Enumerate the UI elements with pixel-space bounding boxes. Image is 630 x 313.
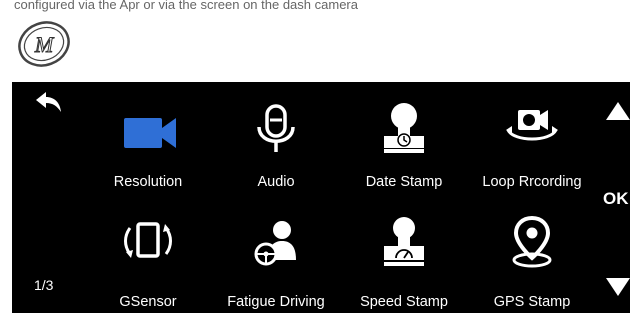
menu-item-label: Resolution bbox=[113, 174, 183, 190]
menu-item-label: GPS Stamp bbox=[493, 294, 571, 310]
menu-item-label: Date Stamp bbox=[365, 174, 443, 190]
side-panel: OK bbox=[598, 82, 630, 313]
menu-item-fatigue-driving[interactable]: Fatigue Driving bbox=[212, 198, 340, 310]
menu-item-label: GSensor bbox=[119, 294, 177, 310]
menu-item-gsensor[interactable]: GSensor bbox=[84, 198, 212, 310]
menu-item-label: Audio bbox=[257, 174, 295, 190]
gsensor-icon bbox=[124, 222, 172, 258]
gps-pin-icon bbox=[512, 215, 552, 268]
partial-caption-text: configured via the Apr or via the screen… bbox=[14, 0, 358, 12]
date-stamp-icon bbox=[384, 103, 424, 153]
menu-item-loop-recording[interactable]: Loop Rrcording bbox=[468, 82, 596, 192]
logo-m-icon: M bbox=[18, 21, 70, 67]
menu-item-resolution[interactable]: Resolution bbox=[84, 82, 212, 192]
menu-item-speed-stamp[interactable]: Speed Stamp bbox=[340, 198, 468, 310]
microphone-icon bbox=[257, 104, 295, 152]
settings-grid: Resolution Audio Date Stamp Loop Rrcordi… bbox=[84, 82, 598, 313]
menu-item-label: Speed Stamp bbox=[360, 294, 448, 310]
page-indicator: 1/3 bbox=[34, 277, 54, 293]
fatigue-driving-icon bbox=[254, 221, 296, 266]
back-arrow-icon[interactable] bbox=[34, 90, 64, 116]
menu-item-label: Fatigue Driving bbox=[227, 294, 325, 310]
ok-button[interactable]: OK bbox=[603, 189, 629, 209]
menu-item-audio[interactable]: Audio bbox=[212, 82, 340, 192]
dashcam-screen: 1/3 Resolution Audio Date Stamp Loop Rrc… bbox=[12, 82, 598, 313]
loop-recording-icon bbox=[506, 110, 558, 141]
up-arrow-icon[interactable] bbox=[606, 100, 630, 122]
video-camera-icon bbox=[124, 118, 176, 148]
menu-item-date-stamp[interactable]: Date Stamp bbox=[340, 82, 468, 192]
down-arrow-icon[interactable] bbox=[606, 276, 630, 298]
menu-item-gps-stamp[interactable]: GPS Stamp bbox=[468, 198, 596, 310]
menu-item-label: Loop Rrcording bbox=[482, 174, 582, 190]
speed-stamp-icon bbox=[384, 217, 424, 266]
logo-letter: M bbox=[34, 32, 55, 57]
